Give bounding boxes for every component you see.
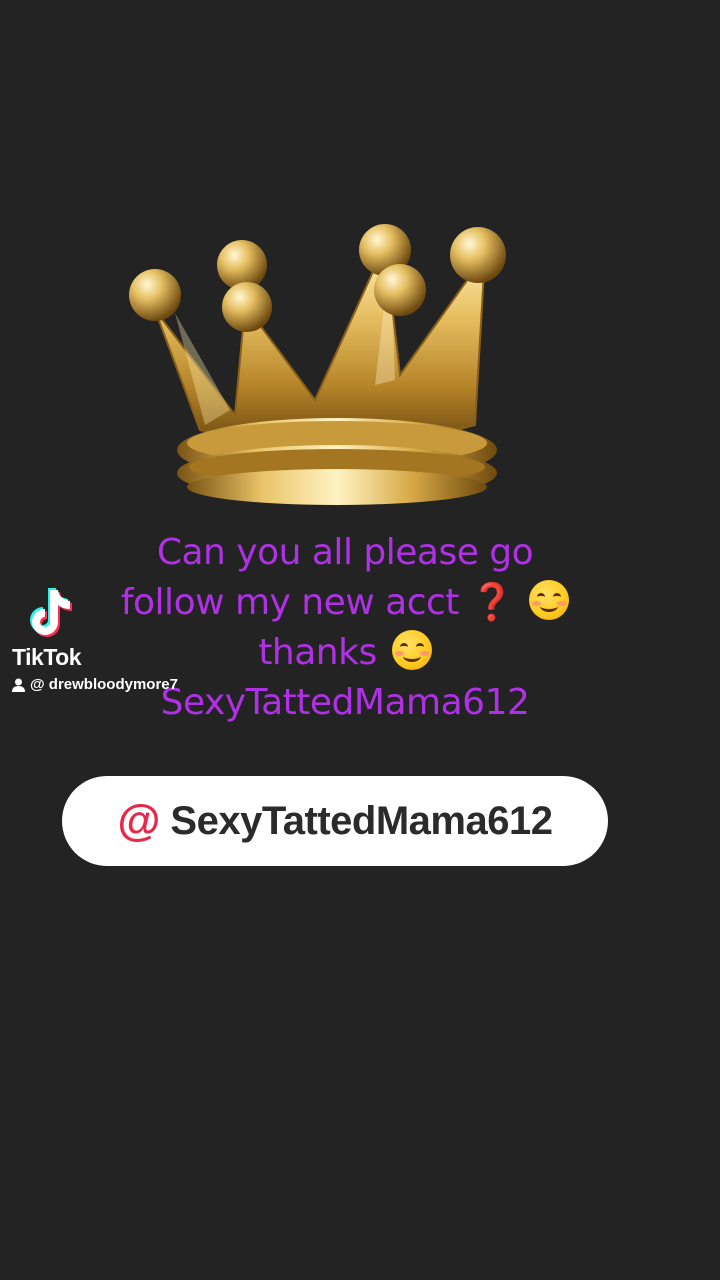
caption-line-3-text: thanks xyxy=(258,632,377,673)
tiktok-brand-label: TikTok xyxy=(12,644,82,670)
mention-handle: SexyTattedMama612 xyxy=(170,798,553,843)
tiktok-note-icon xyxy=(30,588,72,637)
caption-text: Can you all please go follow my new acct… xyxy=(60,528,630,728)
caption-line-2-text: follow my new acct xyxy=(120,582,460,623)
caption-line-1: Can you all please go xyxy=(156,532,534,573)
at-symbol-icon: @ xyxy=(117,796,161,845)
caption-line-3: thanks xyxy=(60,628,630,678)
smiling-face-icon xyxy=(529,580,570,620)
person-icon xyxy=(12,678,25,692)
caption-line-2: follow my new acct ❓ xyxy=(60,578,630,628)
watermark-username-text: @ drewbloodymore7 xyxy=(30,676,178,693)
watermark-username: @ drewbloodymore7 xyxy=(12,676,178,693)
crown-icon xyxy=(129,224,506,505)
relieved-blushing-face-icon xyxy=(391,630,432,670)
question-mark-icon: ❓ xyxy=(469,582,515,623)
video-frame: Can you all please go follow my new acct… xyxy=(0,0,720,1280)
mention-sticker[interactable]: @ SexyTattedMama612 xyxy=(62,776,608,866)
